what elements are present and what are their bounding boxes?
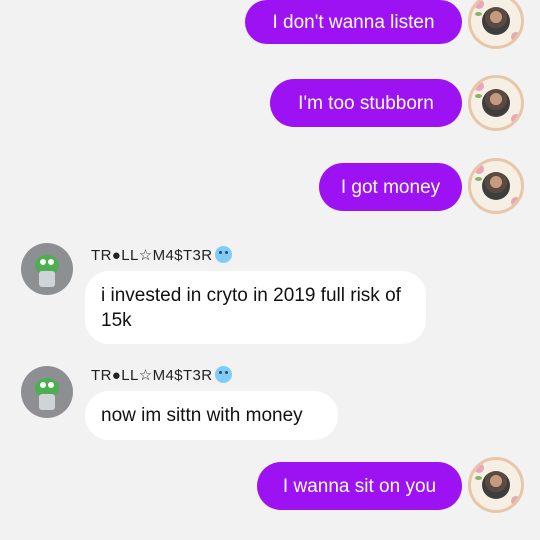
- message-text: I got money: [340, 177, 441, 198]
- contact-avatar-icon[interactable]: [21, 366, 73, 418]
- cold-face-emoji-icon: [214, 246, 232, 263]
- outgoing-message-bubble[interactable]: I'm too stubborn: [270, 79, 462, 127]
- profile-photo: [482, 7, 510, 35]
- outgoing-message-bubble[interactable]: I don't wanna listen: [245, 0, 462, 44]
- sender-name-text: TR●LL☆M4$T3R: [91, 367, 213, 384]
- leaf-decoration-icon: [475, 94, 482, 98]
- message-text: I wanna sit on you: [282, 476, 437, 497]
- leaf-decoration-icon: [475, 476, 482, 480]
- flower-decoration-icon: [474, 0, 484, 9]
- user-avatar-icon[interactable]: [468, 0, 524, 49]
- cold-face-emoji-icon: [214, 366, 232, 383]
- flower-decoration-icon: [511, 197, 521, 207]
- leaf-decoration-icon: [475, 12, 482, 16]
- user-avatar-icon[interactable]: [468, 158, 524, 214]
- incoming-message-bubble[interactable]: i invested in cryto in 2019 full risk of…: [85, 271, 426, 344]
- message-text: I don't wanna listen: [272, 12, 435, 33]
- message-text: i invested in cryto in 2019 full risk of…: [101, 285, 401, 331]
- user-avatar-icon[interactable]: [468, 457, 524, 513]
- outgoing-message-bubble[interactable]: I got money: [319, 163, 462, 211]
- outgoing-message-bubble[interactable]: I wanna sit on you: [257, 462, 462, 510]
- flower-decoration-icon: [474, 164, 484, 174]
- flower-decoration-icon: [511, 114, 521, 124]
- profile-photo: [482, 471, 510, 499]
- trash-can-icon: [39, 394, 55, 410]
- message-text: I'm too stubborn: [298, 93, 434, 114]
- sender-name[interactable]: TR●LL☆M4$T3R: [91, 246, 232, 264]
- contact-avatar-icon[interactable]: [21, 243, 73, 295]
- chat-thread: I don't wanna listen I'm too stubborn I …: [0, 0, 540, 540]
- profile-photo: [482, 172, 510, 200]
- profile-photo: [482, 89, 510, 117]
- message-text: now im sittn with money: [101, 405, 303, 426]
- sender-name[interactable]: TR●LL☆M4$T3R: [91, 366, 232, 384]
- user-avatar-icon[interactable]: [468, 75, 524, 131]
- trash-can-icon: [39, 271, 55, 287]
- incoming-message-bubble[interactable]: now im sittn with money: [85, 391, 338, 440]
- leaf-decoration-icon: [475, 177, 482, 181]
- flower-decoration-icon: [474, 463, 484, 473]
- flower-decoration-icon: [474, 81, 484, 91]
- flower-decoration-icon: [511, 496, 521, 506]
- flower-decoration-icon: [511, 32, 521, 42]
- sender-name-text: TR●LL☆M4$T3R: [91, 247, 213, 264]
